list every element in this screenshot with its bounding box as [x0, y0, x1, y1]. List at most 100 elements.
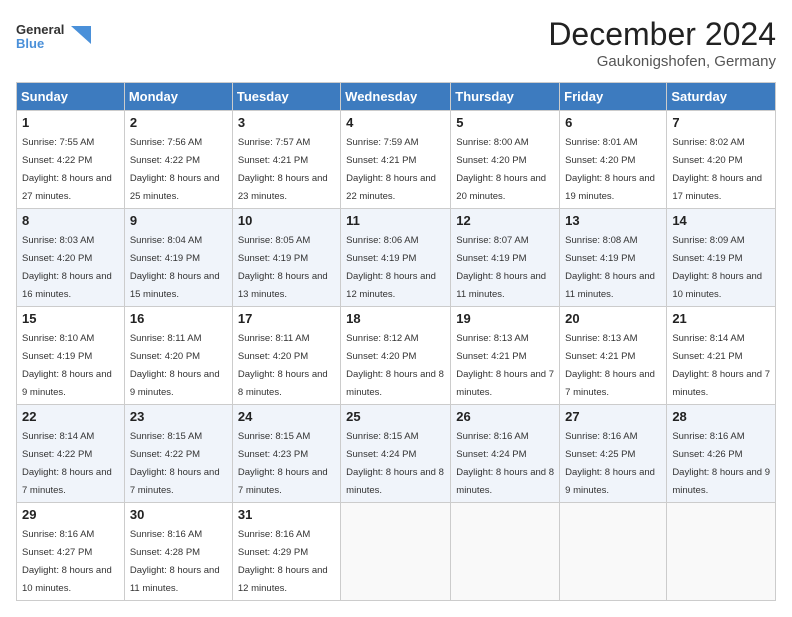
calendar-week-row: 29 Sunrise: 8:16 AM Sunset: 4:27 PM Dayl… — [17, 503, 776, 601]
day-number: 19 — [456, 311, 554, 326]
day-info: Sunrise: 8:15 AM Sunset: 4:24 PM Dayligh… — [346, 431, 444, 496]
day-number: 26 — [456, 409, 554, 424]
day-number: 10 — [238, 213, 335, 228]
day-number: 20 — [565, 311, 661, 326]
day-info: Sunrise: 8:08 AM Sunset: 4:19 PM Dayligh… — [565, 235, 655, 300]
day-info: Sunrise: 7:59 AM Sunset: 4:21 PM Dayligh… — [346, 137, 436, 202]
calendar-day-cell: 5 Sunrise: 8:00 AM Sunset: 4:20 PM Dayli… — [451, 111, 560, 209]
page-header: General Blue December 2024 Gaukonigshofe… — [16, 16, 776, 70]
calendar-day-cell: 31 Sunrise: 8:16 AM Sunset: 4:29 PM Dayl… — [232, 503, 340, 601]
calendar-table: SundayMondayTuesdayWednesdayThursdayFrid… — [16, 82, 776, 601]
day-number: 9 — [130, 213, 227, 228]
day-number: 23 — [130, 409, 227, 424]
day-number: 21 — [672, 311, 770, 326]
day-info: Sunrise: 8:13 AM Sunset: 4:21 PM Dayligh… — [565, 333, 655, 398]
day-info: Sunrise: 8:02 AM Sunset: 4:20 PM Dayligh… — [672, 137, 762, 202]
day-info: Sunrise: 8:16 AM Sunset: 4:29 PM Dayligh… — [238, 529, 328, 594]
calendar-title: December 2024 — [548, 16, 776, 53]
day-number: 8 — [22, 213, 119, 228]
day-number: 12 — [456, 213, 554, 228]
day-number: 11 — [346, 213, 445, 228]
calendar-day-cell: 20 Sunrise: 8:13 AM Sunset: 4:21 PM Dayl… — [560, 307, 667, 405]
day-number: 24 — [238, 409, 335, 424]
calendar-week-row: 8 Sunrise: 8:03 AM Sunset: 4:20 PM Dayli… — [17, 209, 776, 307]
day-info: Sunrise: 8:06 AM Sunset: 4:19 PM Dayligh… — [346, 235, 436, 300]
day-info: Sunrise: 8:00 AM Sunset: 4:20 PM Dayligh… — [456, 137, 546, 202]
calendar-day-cell: 28 Sunrise: 8:16 AM Sunset: 4:26 PM Dayl… — [667, 405, 776, 503]
day-info: Sunrise: 8:15 AM Sunset: 4:22 PM Dayligh… — [130, 431, 220, 496]
day-number: 31 — [238, 507, 335, 522]
calendar-day-cell: 23 Sunrise: 8:15 AM Sunset: 4:22 PM Dayl… — [124, 405, 232, 503]
day-number: 5 — [456, 115, 554, 130]
day-number: 27 — [565, 409, 661, 424]
day-info: Sunrise: 8:04 AM Sunset: 4:19 PM Dayligh… — [130, 235, 220, 300]
day-info: Sunrise: 8:05 AM Sunset: 4:19 PM Dayligh… — [238, 235, 328, 300]
calendar-day-cell: 13 Sunrise: 8:08 AM Sunset: 4:19 PM Dayl… — [560, 209, 667, 307]
day-info: Sunrise: 8:01 AM Sunset: 4:20 PM Dayligh… — [565, 137, 655, 202]
day-number: 30 — [130, 507, 227, 522]
day-number: 4 — [346, 115, 445, 130]
logo: General Blue — [16, 16, 96, 60]
calendar-week-row: 15 Sunrise: 8:10 AM Sunset: 4:19 PM Dayl… — [17, 307, 776, 405]
logo-svg: General Blue — [16, 16, 96, 60]
calendar-day-cell: 19 Sunrise: 8:13 AM Sunset: 4:21 PM Dayl… — [451, 307, 560, 405]
day-info: Sunrise: 8:16 AM Sunset: 4:24 PM Dayligh… — [456, 431, 554, 496]
day-number: 15 — [22, 311, 119, 326]
day-number: 1 — [22, 115, 119, 130]
title-block: December 2024 Gaukonigshofen, Germany — [548, 16, 776, 70]
calendar-header-row: SundayMondayTuesdayWednesdayThursdayFrid… — [17, 83, 776, 111]
day-number: 16 — [130, 311, 227, 326]
calendar-day-cell: 16 Sunrise: 8:11 AM Sunset: 4:20 PM Dayl… — [124, 307, 232, 405]
day-info: Sunrise: 8:13 AM Sunset: 4:21 PM Dayligh… — [456, 333, 554, 398]
svg-text:General: General — [16, 22, 64, 37]
day-info: Sunrise: 7:57 AM Sunset: 4:21 PM Dayligh… — [238, 137, 328, 202]
calendar-day-cell — [667, 503, 776, 601]
calendar-day-cell: 14 Sunrise: 8:09 AM Sunset: 4:19 PM Dayl… — [667, 209, 776, 307]
calendar-day-cell: 15 Sunrise: 8:10 AM Sunset: 4:19 PM Dayl… — [17, 307, 125, 405]
calendar-day-cell: 3 Sunrise: 7:57 AM Sunset: 4:21 PM Dayli… — [232, 111, 340, 209]
day-number: 7 — [672, 115, 770, 130]
calendar-day-cell: 25 Sunrise: 8:15 AM Sunset: 4:24 PM Dayl… — [341, 405, 451, 503]
day-info: Sunrise: 8:16 AM Sunset: 4:28 PM Dayligh… — [130, 529, 220, 594]
day-number: 25 — [346, 409, 445, 424]
calendar-day-cell: 30 Sunrise: 8:16 AM Sunset: 4:28 PM Dayl… — [124, 503, 232, 601]
calendar-day-cell: 21 Sunrise: 8:14 AM Sunset: 4:21 PM Dayl… — [667, 307, 776, 405]
calendar-day-cell: 17 Sunrise: 8:11 AM Sunset: 4:20 PM Dayl… — [232, 307, 340, 405]
calendar-day-cell: 11 Sunrise: 8:06 AM Sunset: 4:19 PM Dayl… — [341, 209, 451, 307]
day-number: 17 — [238, 311, 335, 326]
day-info: Sunrise: 7:56 AM Sunset: 4:22 PM Dayligh… — [130, 137, 220, 202]
day-number: 2 — [130, 115, 227, 130]
calendar-day-cell: 18 Sunrise: 8:12 AM Sunset: 4:20 PM Dayl… — [341, 307, 451, 405]
day-info: Sunrise: 8:16 AM Sunset: 4:26 PM Dayligh… — [672, 431, 770, 496]
day-number: 14 — [672, 213, 770, 228]
calendar-day-cell — [451, 503, 560, 601]
calendar-day-cell: 29 Sunrise: 8:16 AM Sunset: 4:27 PM Dayl… — [17, 503, 125, 601]
day-number: 28 — [672, 409, 770, 424]
calendar-subtitle: Gaukonigshofen, Germany — [548, 53, 776, 70]
day-number: 13 — [565, 213, 661, 228]
day-number: 29 — [22, 507, 119, 522]
day-of-week-header: Thursday — [451, 83, 560, 111]
calendar-day-cell: 2 Sunrise: 7:56 AM Sunset: 4:22 PM Dayli… — [124, 111, 232, 209]
day-info: Sunrise: 8:16 AM Sunset: 4:27 PM Dayligh… — [22, 529, 112, 594]
calendar-day-cell: 8 Sunrise: 8:03 AM Sunset: 4:20 PM Dayli… — [17, 209, 125, 307]
calendar-day-cell: 7 Sunrise: 8:02 AM Sunset: 4:20 PM Dayli… — [667, 111, 776, 209]
calendar-day-cell: 6 Sunrise: 8:01 AM Sunset: 4:20 PM Dayli… — [560, 111, 667, 209]
day-number: 22 — [22, 409, 119, 424]
calendar-day-cell: 27 Sunrise: 8:16 AM Sunset: 4:25 PM Dayl… — [560, 405, 667, 503]
calendar-day-cell: 26 Sunrise: 8:16 AM Sunset: 4:24 PM Dayl… — [451, 405, 560, 503]
day-number: 3 — [238, 115, 335, 130]
day-of-week-header: Friday — [560, 83, 667, 111]
day-of-week-header: Wednesday — [341, 83, 451, 111]
day-of-week-header: Saturday — [667, 83, 776, 111]
day-info: Sunrise: 8:15 AM Sunset: 4:23 PM Dayligh… — [238, 431, 328, 496]
day-of-week-header: Sunday — [17, 83, 125, 111]
day-info: Sunrise: 8:07 AM Sunset: 4:19 PM Dayligh… — [456, 235, 546, 300]
svg-text:Blue: Blue — [16, 36, 44, 51]
calendar-day-cell: 22 Sunrise: 8:14 AM Sunset: 4:22 PM Dayl… — [17, 405, 125, 503]
calendar-day-cell — [560, 503, 667, 601]
calendar-day-cell: 1 Sunrise: 7:55 AM Sunset: 4:22 PM Dayli… — [17, 111, 125, 209]
day-info: Sunrise: 8:16 AM Sunset: 4:25 PM Dayligh… — [565, 431, 655, 496]
day-info: Sunrise: 8:03 AM Sunset: 4:20 PM Dayligh… — [22, 235, 112, 300]
day-number: 6 — [565, 115, 661, 130]
